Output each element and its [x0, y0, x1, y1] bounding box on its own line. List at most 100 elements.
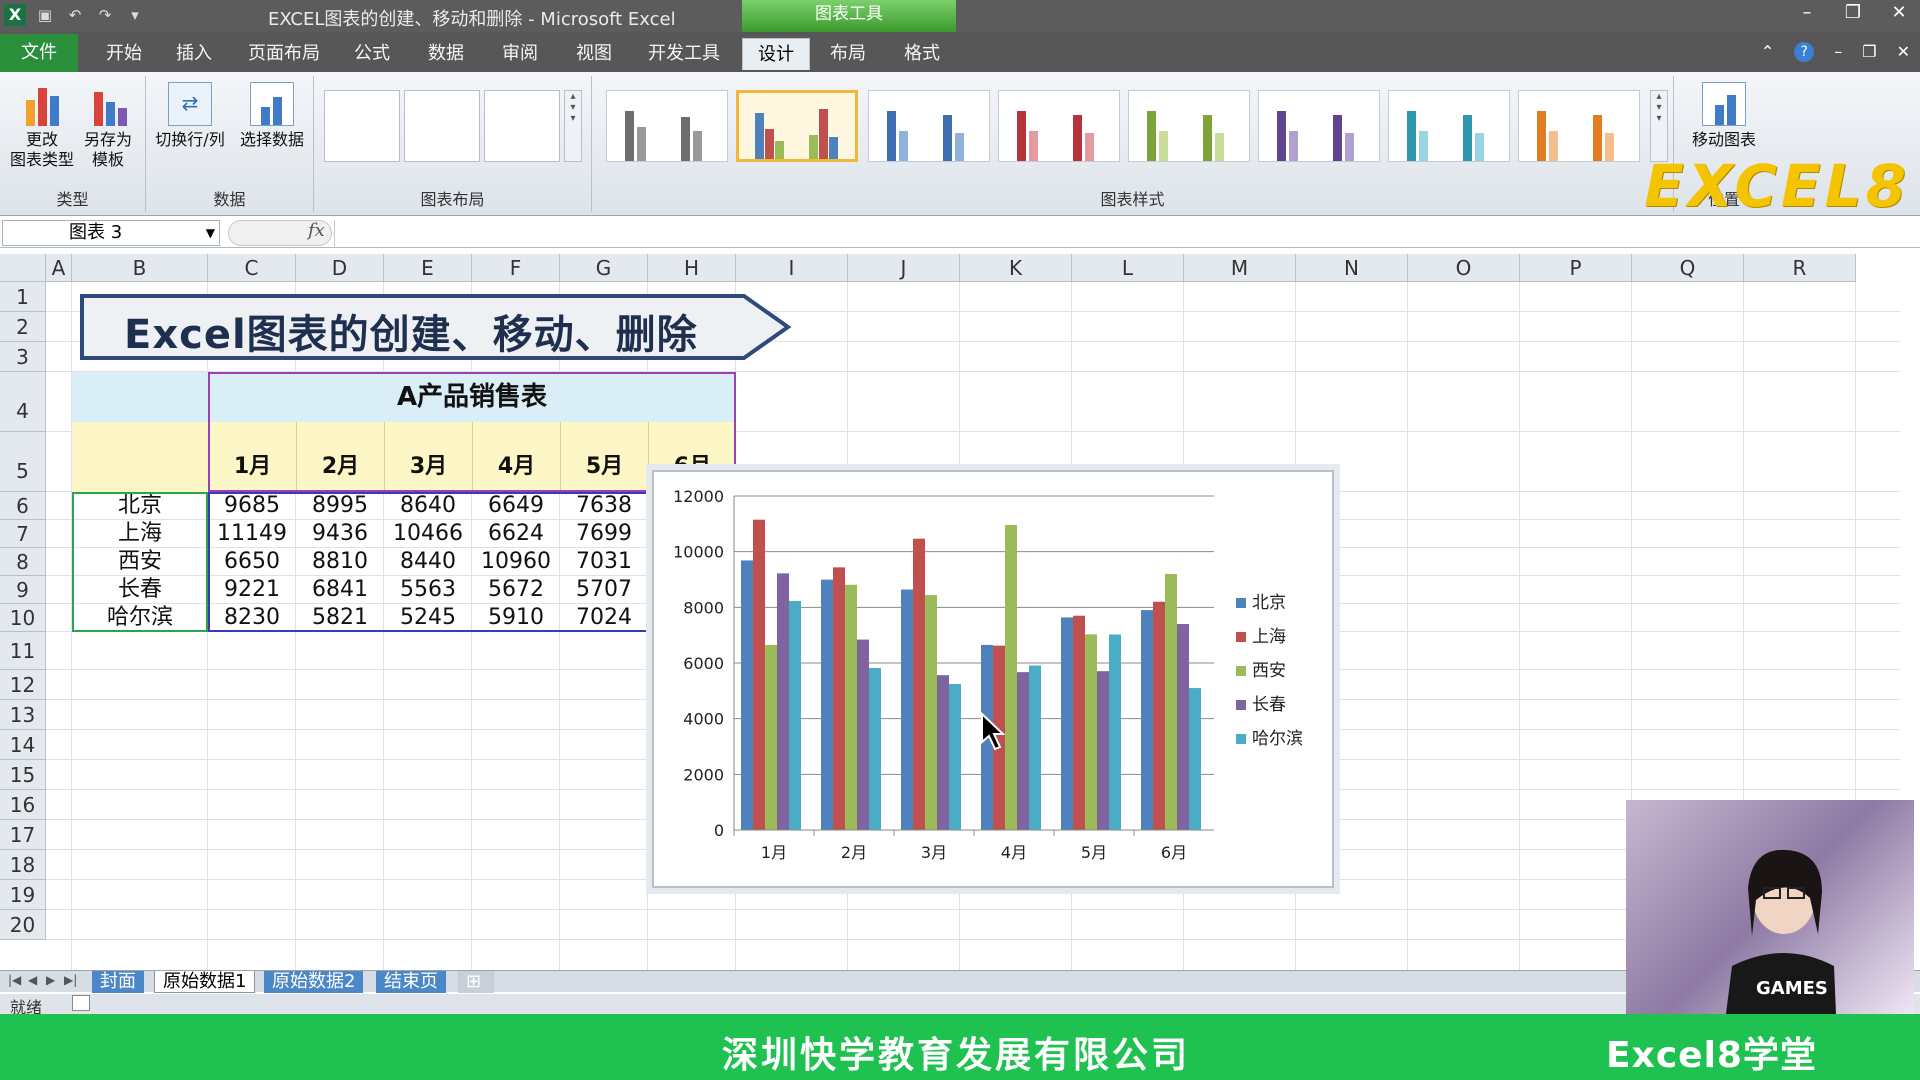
table-month-header[interactable]: 4月 — [472, 422, 560, 492]
tab-format[interactable]: 格式 — [898, 38, 946, 70]
tab-file[interactable]: 文件 — [0, 34, 78, 72]
workbook-minimize-icon[interactable]: – — [1834, 42, 1842, 62]
close-icon[interactable]: ✕ — [1888, 2, 1910, 23]
row-header[interactable]: 18 — [0, 850, 46, 880]
switch-row-column-button[interactable]: ⇄ 切换行/列 — [152, 82, 228, 150]
table-value-cell[interactable]: 5563 — [384, 576, 472, 604]
column-header[interactable]: L — [1072, 254, 1184, 282]
table-corner-cell[interactable] — [72, 422, 208, 492]
table-value-cell[interactable]: 7638 — [560, 492, 648, 520]
macro-record-icon[interactable] — [72, 995, 90, 1011]
restore-icon[interactable]: ❐ — [1842, 2, 1864, 23]
insert-function-icon[interactable]: fx — [308, 220, 325, 241]
row-header[interactable]: 12 — [0, 670, 46, 700]
column-header[interactable]: Q — [1632, 254, 1744, 282]
column-header[interactable]: B — [72, 254, 208, 282]
sheet-tab-end[interactable]: 结束页 — [376, 971, 446, 993]
tab-view[interactable]: 视图 — [570, 38, 618, 70]
formula-input[interactable] — [334, 220, 1900, 246]
next-sheet-arrow-icon[interactable]: ▶ — [46, 973, 55, 987]
row-header[interactable]: 14 — [0, 730, 46, 760]
column-header[interactable]: G — [560, 254, 648, 282]
first-sheet-arrow-icon[interactable]: |◀ — [8, 973, 21, 987]
table-city-cell[interactable]: 上海 — [72, 520, 208, 548]
chart-style-orange[interactable] — [1518, 90, 1640, 162]
tab-developer[interactable]: 开发工具 — [642, 38, 726, 70]
row-header[interactable]: 15 — [0, 760, 46, 790]
column-header[interactable]: P — [1520, 254, 1632, 282]
move-chart-button[interactable]: 移动图表 — [1674, 82, 1774, 150]
excel-app-icon[interactable]: X — [4, 4, 26, 26]
column-header[interactable]: N — [1296, 254, 1408, 282]
row-header[interactable]: 19 — [0, 880, 46, 910]
table-value-cell[interactable]: 8640 — [384, 492, 472, 520]
row-header[interactable]: 10 — [0, 604, 46, 632]
table-value-cell[interactable]: 10960 — [472, 548, 560, 576]
row-header[interactable]: 4 — [0, 372, 46, 432]
table-value-cell[interactable]: 8230 — [208, 604, 296, 632]
chart-layout-2[interactable] — [404, 90, 480, 162]
row-header[interactable]: 9 — [0, 576, 46, 604]
minimize-ribbon-icon[interactable]: ⌃ — [1761, 42, 1774, 62]
name-box[interactable]: 图表 3 ▼ — [2, 220, 220, 246]
table-value-cell[interactable]: 9436 — [296, 520, 384, 548]
chart-style-purple[interactable] — [1258, 90, 1380, 162]
table-city-cell[interactable]: 长春 — [72, 576, 208, 604]
row-header[interactable]: 6 — [0, 492, 46, 520]
table-title[interactable]: A产品销售表 — [208, 372, 736, 422]
column-header[interactable]: H — [648, 254, 736, 282]
prev-sheet-arrow-icon[interactable]: ◀ — [28, 973, 37, 987]
table-value-cell[interactable]: 7031 — [560, 548, 648, 576]
table-value-cell[interactable]: 8810 — [296, 548, 384, 576]
table-value-cell[interactable]: 5707 — [560, 576, 648, 604]
column-header[interactable]: D — [296, 254, 384, 282]
table-city-cell[interactable]: 西安 — [72, 548, 208, 576]
row-header[interactable]: 5 — [0, 432, 46, 492]
last-sheet-arrow-icon[interactable]: ▶| — [64, 973, 77, 987]
row-header[interactable]: 2 — [0, 312, 46, 342]
chart-style-green[interactable] — [1128, 90, 1250, 162]
customize-qat-icon[interactable]: ▾ — [124, 4, 146, 26]
table-value-cell[interactable]: 5821 — [296, 604, 384, 632]
table-value-cell[interactable]: 5910 — [472, 604, 560, 632]
table-value-cell[interactable]: 6841 — [296, 576, 384, 604]
sheet-tab-raw-data-1[interactable]: 原始数据1 — [154, 971, 256, 993]
row-header[interactable]: 3 — [0, 342, 46, 372]
column-header[interactable]: C — [208, 254, 296, 282]
redo-icon[interactable]: ↷ — [94, 4, 116, 26]
table-value-cell[interactable]: 7699 — [560, 520, 648, 548]
column-header[interactable]: J — [848, 254, 960, 282]
table-city-cell[interactable]: 哈尔滨 — [72, 604, 208, 632]
row-header[interactable]: 8 — [0, 548, 46, 576]
table-month-header[interactable]: 1月 — [208, 422, 296, 492]
row-header[interactable]: 1 — [0, 282, 46, 312]
tab-formulas[interactable]: 公式 — [348, 38, 396, 70]
minimize-icon[interactable]: – — [1796, 2, 1818, 23]
undo-icon[interactable]: ↶ — [64, 4, 86, 26]
tab-review[interactable]: 审阅 — [496, 38, 544, 70]
column-header[interactable]: I — [736, 254, 848, 282]
chart-layout-3[interactable] — [484, 90, 560, 162]
table-value-cell[interactable]: 9221 — [208, 576, 296, 604]
tab-home[interactable]: 开始 — [100, 38, 148, 70]
tab-layout[interactable]: 布局 — [824, 38, 872, 70]
table-value-cell[interactable]: 10466 — [384, 520, 472, 548]
chart-style-gray[interactable] — [606, 90, 728, 162]
chart-layout-1[interactable] — [324, 90, 400, 162]
tab-design[interactable]: 设计 — [742, 38, 810, 70]
row-header[interactable]: 13 — [0, 700, 46, 730]
row-header[interactable]: 11 — [0, 632, 46, 670]
chart-style-red[interactable] — [998, 90, 1120, 162]
workbook-close-icon[interactable]: ✕ — [1897, 42, 1910, 62]
tab-data[interactable]: 数据 — [422, 38, 470, 70]
table-value-cell[interactable]: 8995 — [296, 492, 384, 520]
table-month-header[interactable]: 2月 — [296, 422, 384, 492]
row-header[interactable]: 17 — [0, 820, 46, 850]
row-header[interactable]: 7 — [0, 520, 46, 548]
table-value-cell[interactable]: 7024 — [560, 604, 648, 632]
column-header[interactable]: K — [960, 254, 1072, 282]
sheet-tab-raw-data-2[interactable]: 原始数据2 — [264, 971, 364, 993]
chart-style-teal[interactable] — [1388, 90, 1510, 162]
select-all-corner[interactable] — [0, 254, 46, 282]
column-header[interactable]: M — [1184, 254, 1296, 282]
